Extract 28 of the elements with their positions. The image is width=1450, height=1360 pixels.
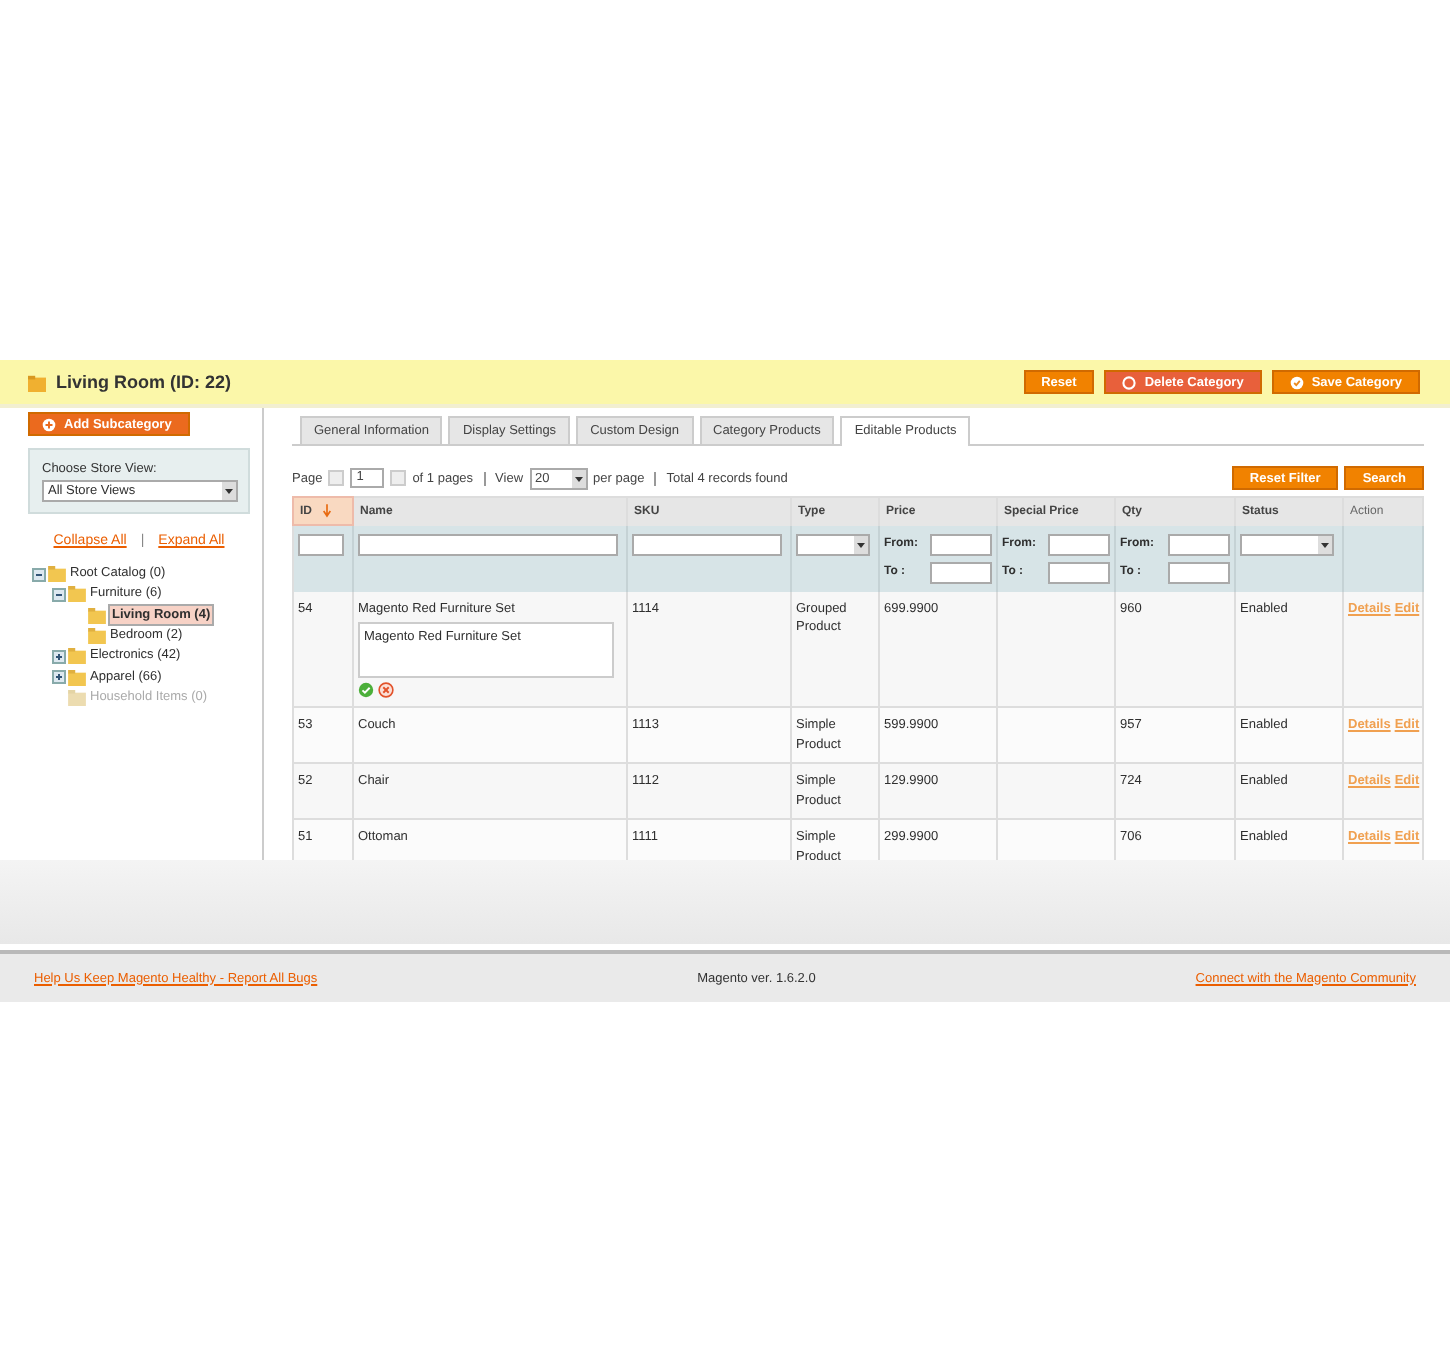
from-field[interactable] xyxy=(930,533,992,555)
tree-toggle-icon[interactable] xyxy=(52,587,66,602)
sort-arrow-icon xyxy=(322,503,332,518)
tree-toggle-icon[interactable] xyxy=(32,567,46,582)
from-field[interactable] xyxy=(1048,533,1110,555)
confirm-icon[interactable] xyxy=(358,682,374,698)
folder-icon xyxy=(28,373,46,391)
folder-icon xyxy=(68,689,86,706)
plus-icon xyxy=(42,417,56,431)
folder-icon xyxy=(68,669,86,686)
folder-icon xyxy=(68,586,86,603)
folder-icon xyxy=(68,648,86,665)
tree-toggle-icon[interactable] xyxy=(52,670,66,685)
filter-field[interactable] xyxy=(358,533,618,555)
filter-field[interactable] xyxy=(632,533,782,555)
to-field[interactable] xyxy=(930,561,992,583)
tree-toggle-icon[interactable] xyxy=(52,649,66,664)
folder-icon xyxy=(48,566,66,583)
page-title: Living Room (ID: 22) xyxy=(56,372,231,392)
from-field[interactable] xyxy=(1168,533,1230,555)
cancel-icon[interactable] xyxy=(378,682,394,698)
to-field[interactable] xyxy=(1048,561,1110,583)
filter-field[interactable] xyxy=(298,534,344,556)
delete-icon xyxy=(1122,375,1137,389)
folder-icon xyxy=(88,628,106,645)
to-field[interactable] xyxy=(1168,561,1230,583)
check-icon xyxy=(1289,375,1304,389)
folder-icon xyxy=(88,607,106,624)
